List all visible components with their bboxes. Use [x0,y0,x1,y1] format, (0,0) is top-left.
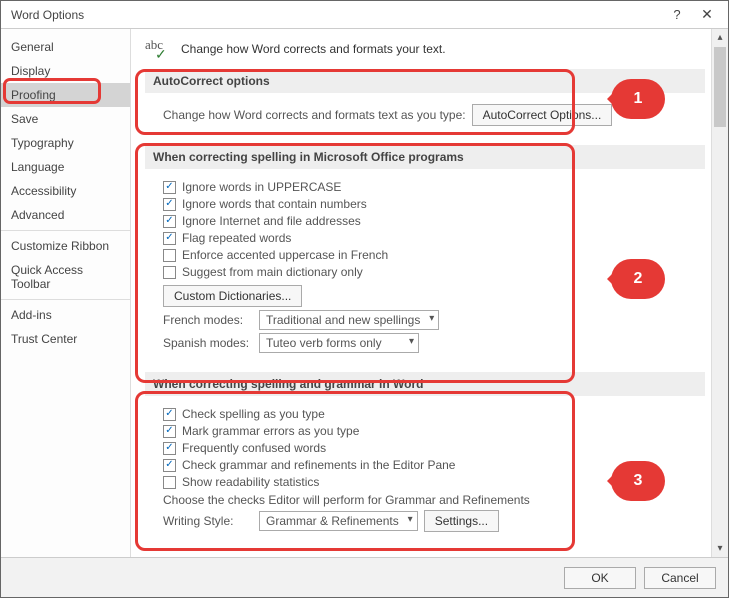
section-autocorrect-title: AutoCorrect options [145,69,705,93]
sidebar-item-language[interactable]: Language [1,155,130,179]
chk-editor-pane[interactable] [163,459,176,472]
scroll-down-arrow[interactable]: ▾ [712,540,728,557]
spanish-modes-dropdown[interactable]: Tuteo verb forms only [259,333,419,353]
chk-grammar-type-label: Mark grammar errors as you type [182,424,359,438]
chk-internet-label: Ignore Internet and file addresses [182,214,361,228]
scroll-up-arrow[interactable]: ▴ [712,29,728,46]
french-modes-label: French modes: [163,313,253,327]
chk-internet[interactable] [163,215,176,228]
section-spell-office-title: When correcting spelling in Microsoft Of… [145,145,705,169]
chk-main-dict[interactable] [163,266,176,279]
chk-uppercase[interactable] [163,181,176,194]
help-button[interactable]: ? [662,4,692,26]
chk-uppercase-label: Ignore words in UPPERCASE [182,180,341,194]
chk-spell-type[interactable] [163,408,176,421]
chk-grammar-type[interactable] [163,425,176,438]
titlebar: Word Options ? ✕ [1,1,728,29]
chk-repeated-label: Flag repeated words [182,231,291,245]
custom-dictionaries-button[interactable]: Custom Dictionaries... [163,285,302,307]
cancel-button[interactable]: Cancel [644,567,716,589]
chk-confused[interactable] [163,442,176,455]
spanish-modes-label: Spanish modes: [163,336,253,350]
section-spell-word-title: When correcting spelling and grammar in … [145,372,705,396]
sidebar-item-qat[interactable]: Quick Access Toolbar [1,258,130,296]
chk-repeated[interactable] [163,232,176,245]
chk-readability-label: Show readability statistics [182,475,319,489]
chk-readability[interactable] [163,476,176,489]
writing-style-label: Writing Style: [163,514,253,528]
autocorrect-options-button[interactable]: AutoCorrect Options... [472,104,613,126]
autocorrect-desc: Change how Word corrects and formats tex… [163,108,466,122]
scroll-thumb[interactable] [714,47,726,127]
sidebar-item-proofing[interactable]: Proofing [1,83,130,107]
choose-checks-text: Choose the checks Editor will perform fo… [163,493,530,507]
writing-style-dropdown[interactable]: Grammar & Refinements [259,511,418,531]
word-options-dialog: Word Options ? ✕ General Display Proofin… [0,0,729,598]
window-title: Word Options [11,8,662,22]
chk-numbers-label: Ignore words that contain numbers [182,197,367,211]
sidebar-item-advanced[interactable]: Advanced [1,203,130,227]
sidebar: General Display Proofing Save Typography… [1,29,131,557]
sidebar-item-customize-ribbon[interactable]: Customize Ribbon [1,234,130,258]
chk-main-dict-label: Suggest from main dictionary only [182,265,363,279]
sidebar-item-general[interactable]: General [1,35,130,59]
content-pane: abc ✓ Change how Word corrects and forma… [131,29,711,557]
french-modes-dropdown[interactable]: Traditional and new spellings [259,310,439,330]
vertical-scrollbar[interactable]: ▴ ▾ [711,29,728,557]
chk-editor-pane-label: Check grammar and refinements in the Edi… [182,458,455,472]
chk-spell-type-label: Check spelling as you type [182,407,325,421]
settings-button[interactable]: Settings... [424,510,499,532]
sidebar-item-save[interactable]: Save [1,107,130,131]
sidebar-item-typography[interactable]: Typography [1,131,130,155]
proofing-icon: abc ✓ [145,39,173,59]
close-button[interactable]: ✕ [692,4,722,26]
dialog-footer: OK Cancel [1,557,728,597]
ok-button[interactable]: OK [564,567,636,589]
sidebar-item-trust-center[interactable]: Trust Center [1,327,130,351]
sidebar-item-addins[interactable]: Add-ins [1,303,130,327]
chk-french-accent[interactable] [163,249,176,262]
sidebar-item-accessibility[interactable]: Accessibility [1,179,130,203]
sidebar-item-display[interactable]: Display [1,59,130,83]
intro-text: Change how Word corrects and formats you… [181,42,446,56]
chk-numbers[interactable] [163,198,176,211]
chk-french-accent-label: Enforce accented uppercase in French [182,248,388,262]
chk-confused-label: Frequently confused words [182,441,326,455]
